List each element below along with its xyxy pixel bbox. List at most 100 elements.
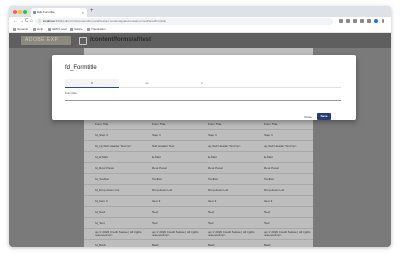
table-cell: fd_Step 3 [95, 134, 108, 137]
reload-icon[interactable]: C [25, 18, 29, 25]
table-cell: Text [208, 222, 214, 225]
table-cell: Back [208, 244, 215, 247]
save-button[interactable]: Save [317, 113, 331, 120]
close-button[interactable]: Close [301, 114, 315, 120]
table-cell: fd_Toolbar [95, 178, 110, 181]
maximize-window-button[interactable] [23, 10, 27, 14]
tab-en[interactable]: en [120, 79, 174, 88]
new-tab-button[interactable]: + [90, 7, 94, 16]
bookmark-item[interactable]: General [13, 26, 28, 32]
close-tab-icon[interactable]: × [82, 8, 84, 17]
language-tabs: fr en it [65, 79, 341, 88]
favicon-icon [33, 11, 36, 14]
table-cell: Sub Header Text [152, 145, 175, 148]
table-row[interactable]: fd_Root Panel Root Panel Root Panel Root Pa… [84, 164, 313, 174]
document-icon [79, 37, 87, 45]
table-cell: Step 3 [208, 134, 217, 137]
table-cell: E-Mail [264, 156, 273, 159]
table-cell: Next [152, 211, 159, 214]
field-label: Formtitle [65, 91, 77, 95]
table-cell: Root Panel [208, 167, 223, 170]
table-cell: Item 3 [152, 200, 161, 203]
app-header: ADOBE EXP /content/forms/af/test [9, 33, 391, 48]
folder-icon [13, 27, 16, 31]
tab-it[interactable]: it [175, 79, 229, 88]
puzzle-icon[interactable] [360, 19, 364, 23]
bookmark-item[interactable]: Adobe [70, 26, 83, 32]
folder-icon [33, 27, 36, 31]
table-cell: Root Panel [264, 167, 279, 170]
url-field[interactable]: ⓘ localhost:4502/editor.html/content/for… [35, 18, 333, 25]
star-icon[interactable] [339, 19, 343, 23]
table-cell: Step 3 [152, 134, 161, 137]
table-row[interactable]: fd_Item 3 Item 3 Item 3 Item 3 [84, 197, 313, 207]
folder-icon [70, 27, 73, 31]
table-row[interactable]: fd_Text Text Text Text [84, 219, 313, 229]
address-bar-row: ← → C ⌂ ⓘ localhost:4502/editor.html/con… [9, 17, 391, 26]
page-title: /content/forms/af/test [90, 37, 152, 43]
table-cell: Drop-down List [208, 189, 229, 192]
table-cell: fd_Text [95, 222, 105, 225]
table-cell: fd_up-Sub Header Text</p> [95, 145, 132, 148]
table-row[interactable]: up-© 2020 Credit Suisse | All rights res… [84, 230, 313, 240]
table-cell: Item 3 [264, 200, 273, 203]
table-cell: Root Panel [152, 167, 167, 170]
table-cell: Text [152, 222, 158, 225]
app-logo[interactable]: ADOBE EXP [21, 36, 71, 45]
table-row[interactable]: fd_Step 3 Step 3 Step 3 Step 3 [84, 131, 313, 141]
table-cell: Toolbar [208, 178, 218, 181]
table-cell: up-© 2020 Credit Suisse | All rights res… [152, 231, 199, 237]
table-cell: fd_Next [95, 211, 106, 214]
table-row[interactable]: fd_up-Sub Header Text</p> Sub Header Text… [84, 142, 313, 152]
table-cell: fd_Item 3 [95, 200, 108, 203]
table-cell: Next [264, 211, 271, 214]
menu-icon[interactable] [382, 19, 384, 23]
table-cell: Item 3 [208, 200, 217, 203]
table-cell: fd_Root Panel [95, 167, 115, 170]
table-row[interactable]: Form Title Form Title Form Title Form Title [84, 120, 313, 130]
table-cell: E-Mail [152, 156, 161, 159]
table-cell: Form Title [95, 123, 109, 126]
url-path: :4502/editor.html/content/forms/af/test/… [54, 19, 167, 23]
table-cell: Text [264, 222, 270, 225]
tab-fr[interactable]: fr [65, 79, 119, 88]
table-cell: Step 3 [264, 134, 273, 137]
table-cell: up-© 2020 Credit Suisse | All rights res… [264, 231, 311, 237]
table-cell: fd_E-Mail [95, 156, 108, 159]
bookmarks-bar: General Help AEM Local Adobe Translation [9, 26, 391, 33]
table-cell: up-Sub Header Text</p> [208, 145, 241, 148]
extension-icon[interactable] [346, 19, 350, 23]
table-cell: Form Title [152, 123, 166, 126]
close-window-button[interactable] [13, 10, 17, 14]
translate-icon[interactable] [353, 19, 357, 23]
table-cell: Drop-down List [264, 189, 285, 192]
back-icon[interactable]: ← [13, 18, 18, 25]
table-row[interactable]: fd_Toolbar Toolbar Toolbar Toolbar [84, 175, 313, 185]
bookmark-item[interactable]: AEM Local [48, 26, 67, 32]
tab-strip: Edit Formtitle × + [9, 6, 391, 17]
home-icon[interactable]: ⌂ [30, 18, 33, 25]
avatar[interactable] [374, 19, 378, 23]
tab-title: Edit Formtitle [37, 10, 55, 14]
info-icon[interactable]: ⓘ [38, 18, 41, 25]
bookmark-item[interactable]: Help [33, 26, 43, 32]
media-icon[interactable] [367, 19, 371, 23]
table-cell: up-© 2020 Credit Suisse | All rights res… [95, 231, 142, 237]
table-cell: Drop-down List [152, 189, 173, 192]
browser-tab[interactable]: Edit Formtitle × [31, 8, 87, 17]
folder-icon [87, 27, 90, 31]
table-cell: up-Sub Header Text</p> [264, 145, 297, 148]
table-cell: up-© 2020 Credit Suisse | All rights res… [208, 231, 255, 237]
table-row[interactable]: fd_Back Back Back Back [84, 241, 313, 247]
formtitle-input[interactable] [65, 97, 341, 101]
browser-window: Edit Formtitle × + ← → C ⌂ ⓘ localhost:4… [9, 6, 391, 247]
table-row[interactable]: fd_E-Mail E-Mail E-Mail E-Mail [84, 153, 313, 163]
bookmark-item[interactable]: Translation [87, 26, 106, 32]
table-cell: Form Title [208, 123, 222, 126]
table-row[interactable]: fd_Next Next Next Next [84, 208, 313, 218]
folder-icon [48, 27, 51, 31]
table-cell: Back [264, 244, 271, 247]
table-row[interactable]: fd_Drop-down List Drop-down List Drop-down… [84, 186, 313, 196]
minimize-window-button[interactable] [18, 10, 22, 14]
forward-icon[interactable]: → [19, 18, 24, 25]
